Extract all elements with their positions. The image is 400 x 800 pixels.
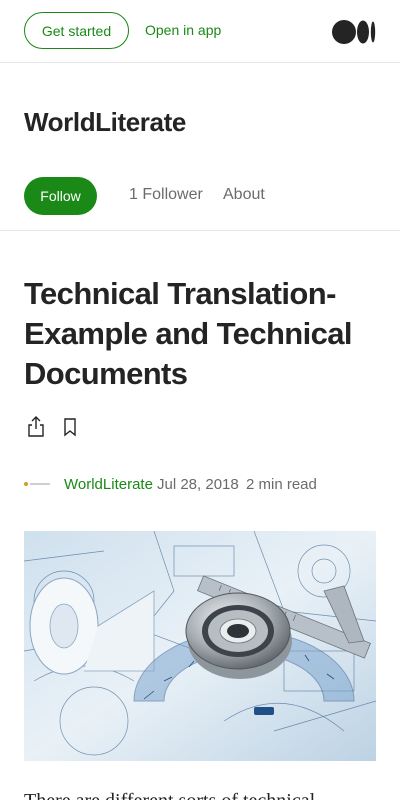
share-icon[interactable]	[26, 415, 46, 439]
author-name[interactable]: WorldLiterate	[64, 476, 153, 493]
publication-name[interactable]: WorldLiterate	[24, 107, 186, 138]
hero-image	[24, 531, 376, 761]
medium-logo-icon[interactable]	[332, 19, 376, 45]
publish-date: Jul 28, 2018	[157, 476, 239, 493]
open-in-app-link[interactable]: Open in app	[145, 22, 221, 38]
article-body-text: There are different sorts of technical	[24, 790, 384, 800]
about-link[interactable]: About	[223, 186, 265, 204]
follow-button[interactable]: Follow	[24, 177, 97, 215]
author-avatar[interactable]	[24, 477, 52, 491]
read-time: 2 min read	[246, 476, 317, 493]
top-navigation-bar: Get started Open in app	[0, 0, 400, 63]
meta-separator: ·	[235, 476, 240, 493]
avatar-mark-icon	[24, 482, 28, 486]
article-title: Technical Translation-Example and Techni…	[24, 276, 353, 391]
avatar-wordmark-icon	[30, 483, 50, 485]
bookmark-icon[interactable]	[61, 417, 79, 437]
get-started-button[interactable]: Get started	[24, 12, 129, 49]
followers-count[interactable]: 1 Follower	[129, 186, 203, 204]
header-divider	[0, 230, 400, 231]
